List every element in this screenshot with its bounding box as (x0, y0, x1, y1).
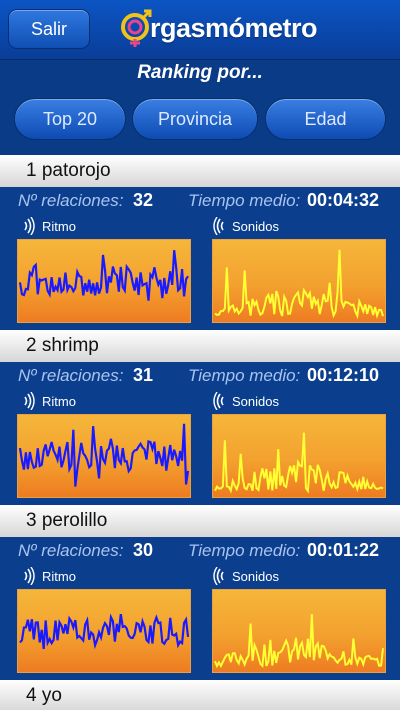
sound-waves-icon (24, 217, 35, 235)
navigation-bar: Salir rgasmómetro (0, 0, 400, 60)
sounds-chart (212, 589, 386, 673)
avg-time-label: Tiempo medio: (188, 191, 301, 210)
rhythm-label: Ritmo (42, 394, 76, 409)
rhythm-chart (17, 239, 191, 323)
avg-time-value: 00:04:32 (307, 190, 380, 210)
list-item-header[interactable]: 1 patorojo (0, 155, 400, 187)
avg-time-label: Tiempo medio: (188, 366, 301, 385)
sound-waves-icon (24, 392, 35, 410)
list-item-header[interactable]: 4 yo (0, 680, 400, 710)
sounds-label: Sonidos (232, 569, 279, 584)
tab-label: Provincia (157, 108, 233, 129)
sound-waves-icon (24, 567, 35, 585)
sounds-chart (212, 239, 386, 323)
sounds-chart (212, 414, 386, 498)
avg-time-value: 00:12:10 (307, 365, 380, 385)
relations-label: Nº relaciones: (18, 191, 124, 210)
relations-label: Nº relaciones: (18, 366, 124, 385)
sound-waves-icon (213, 567, 224, 585)
relations-label: Nº relaciones: (18, 541, 124, 560)
back-button[interactable]: Salir (8, 9, 90, 49)
app-logo: rgasmómetro (118, 8, 318, 48)
list-item-header[interactable]: 2 shrimp (0, 330, 400, 362)
logo-gender-symbols-icon (121, 9, 152, 47)
rhythm-label: Ritmo (42, 569, 76, 584)
list-item[interactable]: Nº relaciones: 31 Tiempo medio: 00:12:10… (0, 362, 400, 505)
ranking-subtitle: Ranking por... (137, 62, 263, 83)
avg-time-label: Tiempo medio: (188, 541, 301, 560)
rhythm-chart (17, 589, 191, 673)
sounds-label: Sonidos (232, 219, 279, 234)
relations-value: 32 (133, 190, 154, 210)
back-button-label: Salir (30, 18, 67, 39)
list-item[interactable]: Nº relaciones: 32 Tiempo medio: 00:04:32… (0, 187, 400, 330)
relations-value: 30 (133, 540, 154, 560)
tab-label: Edad (304, 108, 347, 129)
list-item[interactable]: Nº relaciones: 30 Tiempo medio: 00:01:22… (0, 537, 400, 680)
sound-waves-icon (213, 217, 224, 235)
tab-label: Top 20 (42, 108, 98, 129)
tab-provincia[interactable]: Provincia (132, 98, 258, 140)
relations-value: 31 (133, 365, 154, 385)
list-item-header[interactable]: 3 perolillo (0, 505, 400, 537)
sound-waves-icon (213, 392, 224, 410)
ranking-segmented-control: Top 20 Provincia Edad (0, 90, 400, 150)
rhythm-label: Ritmo (42, 219, 76, 234)
sounds-label: Sonidos (232, 394, 279, 409)
rhythm-chart (17, 414, 191, 498)
ranking-list[interactable]: 1 patorojo Nº relaciones: 32 Tiempo medi… (0, 155, 400, 710)
logo-text: rgasmómetro (150, 12, 318, 43)
tab-edad[interactable]: Edad (265, 98, 386, 140)
avg-time-value: 00:01:22 (307, 540, 380, 560)
tab-top-20[interactable]: Top 20 (14, 98, 126, 140)
